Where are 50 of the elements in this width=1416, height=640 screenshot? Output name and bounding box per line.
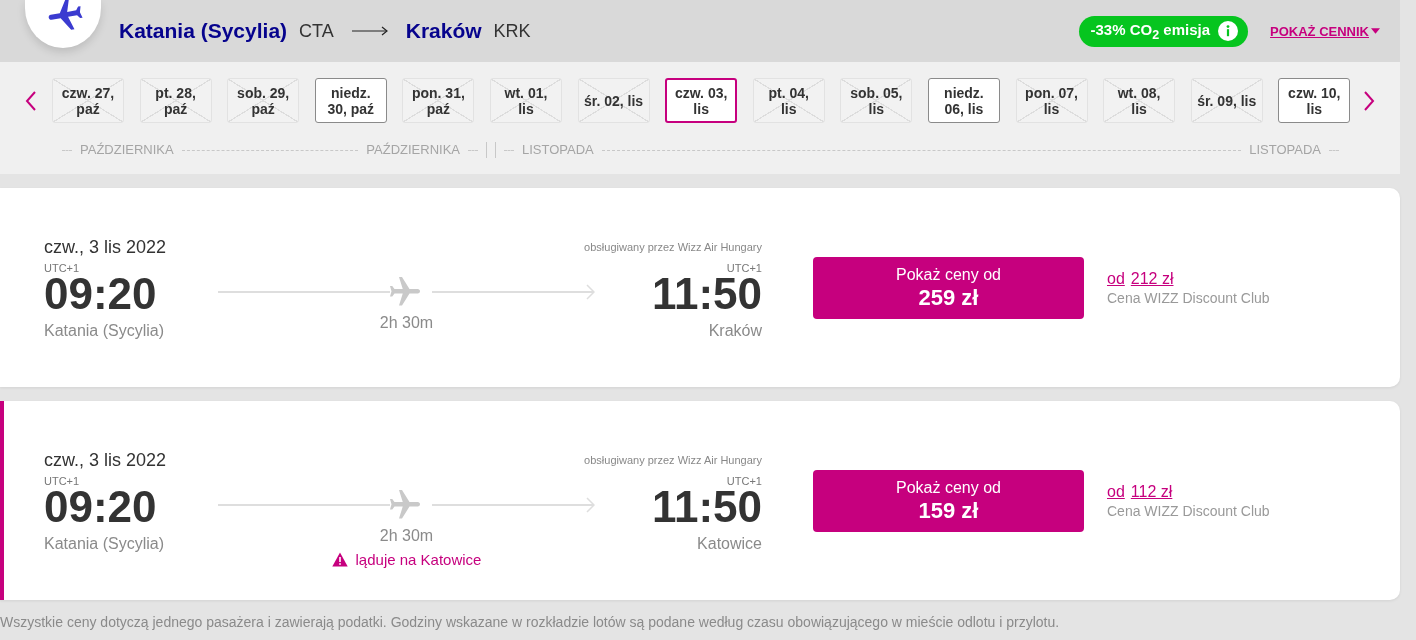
club-price-link[interactable]: 212 zł: [1130, 268, 1174, 289]
timezone-label: UTC+1: [726, 262, 762, 274]
month-label: LISTOPADA: [522, 142, 594, 158]
show-prices-button[interactable]: Pokaż ceny od 159 zł: [813, 469, 1084, 532]
flight-date: czw., 3 lis 2022: [44, 449, 167, 471]
club-price-caption: Cena WIZZ Discount Club: [1107, 288, 1270, 307]
month-label: PAŹDZIERNIKA: [80, 142, 174, 158]
warning-icon: [331, 551, 348, 567]
arrival-time: 11:50: [651, 274, 762, 314]
arrival-time: 11:50: [651, 487, 762, 527]
co2-label: -33% CO$_{2}$ emisja: [1090, 20, 1211, 42]
duration-text: 2h 30m: [379, 313, 434, 333]
timezone-label: UTC+1: [726, 475, 762, 487]
date-tile[interactable]: czw. 03, lis: [665, 78, 738, 123]
operator-text: obsługiwany przez Wizz Air Hungary: [584, 454, 762, 466]
arrival-city: Kraków: [708, 321, 762, 341]
month-label: PAŹDZIERNIKA: [366, 142, 460, 158]
footer-note: Wszystkie ceny dotyczą jednego pasażera i zawierają podatki. Godziny wskazane w rozkładzie lotów są podane według czasu obowiązującego w mieście odlotu i przylotu.: [0, 613, 1061, 632]
plane-icon: [390, 277, 420, 307]
flight-date: czw., 3 lis 2022: [44, 236, 167, 258]
club-price-caption: Cena WIZZ Discount Club: [1107, 501, 1270, 520]
operator-text: obsługiwany przez Wizz Air Hungary: [584, 241, 762, 253]
chevron-right-icon: [1363, 90, 1376, 111]
chevron-left-icon: [25, 90, 37, 111]
destination-code: KRK: [493, 20, 531, 42]
price-calendar-link[interactable]: POKAŻ CENNIK: [1270, 23, 1380, 39]
duration-text: 2h 30m: [379, 526, 434, 546]
date-tile[interactable]: czw. 10, lis: [1278, 78, 1351, 123]
departure-city: Katania (Sycylia): [44, 534, 165, 554]
plane-icon: [390, 490, 420, 520]
club-from-link[interactable]: od: [1107, 481, 1125, 502]
club-price-link[interactable]: 112 zł: [1130, 481, 1173, 502]
departure-time: 09:20: [44, 274, 157, 314]
plane-logo-icon[interactable]: [25, 0, 101, 48]
origin-city: Katania (Sycylia): [119, 19, 288, 43]
departure-city: Katania (Sycylia): [44, 321, 165, 341]
date-tile[interactable]: niedz. 30, paź: [314, 78, 387, 123]
date-tile[interactable]: niedz. 06, lis: [927, 78, 1000, 123]
caret-icon: [1371, 28, 1380, 34]
origin-code: CTA: [299, 20, 334, 42]
warning-text: ląduje na Katowice: [355, 550, 482, 568]
arrow-icon: [351, 26, 388, 36]
destination-city: Kraków: [405, 19, 482, 43]
timezone-label: UTC+1: [44, 475, 80, 487]
arrival-city: Katowice: [697, 534, 762, 554]
departure-time: 09:20: [44, 487, 157, 527]
timezone-label: UTC+1: [44, 262, 80, 274]
month-label: LISTOPADA: [1249, 142, 1321, 158]
club-from-link[interactable]: od: [1107, 268, 1125, 289]
show-prices-button[interactable]: Pokaż ceny od 259 zł: [813, 256, 1084, 319]
